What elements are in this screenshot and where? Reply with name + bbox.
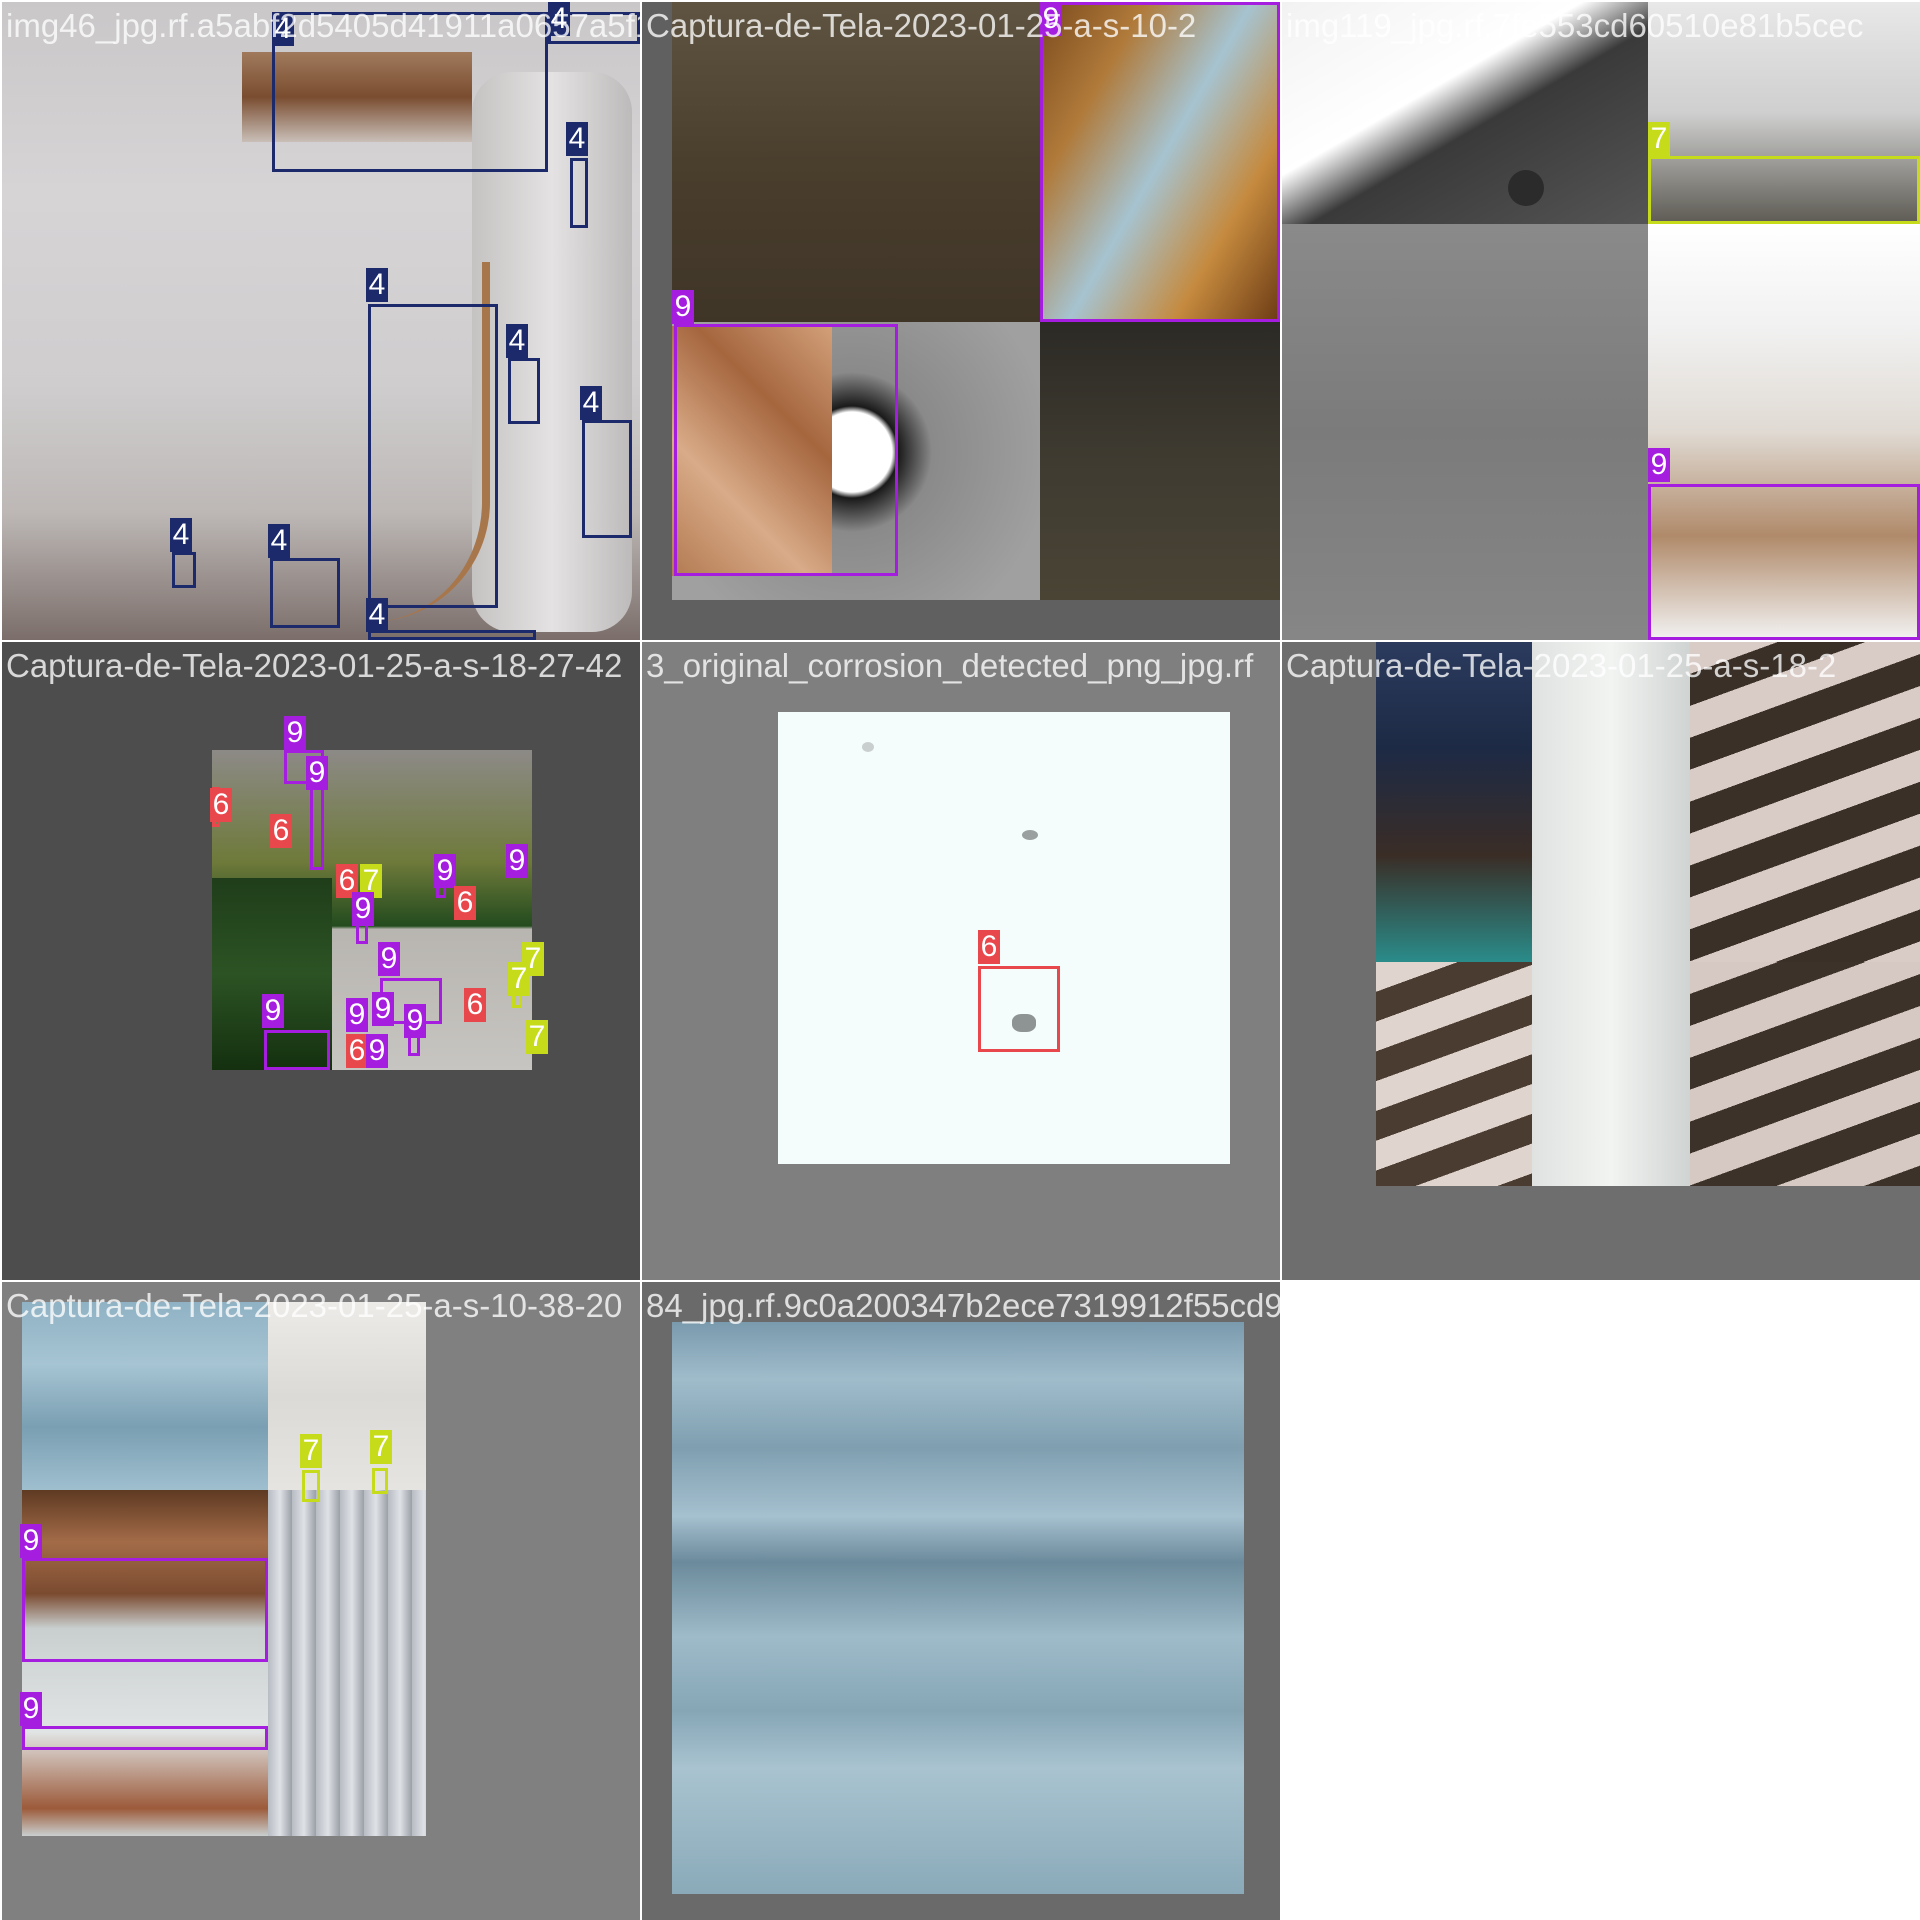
mosaic-tile-5: 3_original_corrosion_detected_png_jpg.rf… <box>642 642 1280 1280</box>
class-label: 6 <box>270 814 292 848</box>
white-column-photo <box>1532 642 1690 1186</box>
class-label: 4 <box>566 122 588 156</box>
class-label: 9 <box>404 1004 426 1038</box>
class-label: 7 <box>370 1430 392 1464</box>
class-label: 9 <box>306 756 328 790</box>
detection-box <box>264 1030 330 1070</box>
class-label: 9 <box>378 942 400 976</box>
mosaic-tile-7: Captura-de-Tela-2023-01-25-a-s-10-38-20 … <box>2 1282 640 1920</box>
class-label: 6 <box>346 1034 368 1068</box>
detection-box <box>22 1726 268 1750</box>
bolt <box>1508 170 1544 206</box>
detection-box <box>1040 2 1280 322</box>
class-label: 4 <box>170 518 192 552</box>
class-label: 4 <box>268 524 290 558</box>
tile-title: 84_jpg.rf.9c0a200347b2ece7319912f55cd9e5 <box>646 1287 1280 1324</box>
blue-pipe-photo <box>22 1302 268 1490</box>
class-label: 9 <box>672 290 694 324</box>
class-label: 9 <box>506 844 528 878</box>
class-label: 7 <box>526 1020 548 1054</box>
rusty-bar-photo <box>22 1490 268 1836</box>
tile-title: 3_original_corrosion_detected_png_jpg.rf <box>646 647 1254 684</box>
cable-photo <box>1376 642 1532 962</box>
pipes-photo <box>1690 642 1920 962</box>
striped-metal-photo <box>268 1490 426 1836</box>
class-label: 7 <box>508 962 530 996</box>
detection-box <box>372 1468 388 1494</box>
detection-box <box>570 158 588 228</box>
mosaic-tile-6: Captura-de-Tela-2023-01-25-a-s-18-2 <box>1282 642 1920 1280</box>
mosaic-tile-4: Captura-de-Tela-2023-01-25-a-s-18-27-42 … <box>2 642 640 1280</box>
speck <box>862 742 874 752</box>
detection-box <box>1648 156 1920 224</box>
class-label: 6 <box>978 930 1000 964</box>
speck <box>1022 830 1038 840</box>
mosaic-tile-1: img46_jpg.rf.a5abf2d5405d41911a0657a5f12… <box>2 2 640 640</box>
mosaic-tile-2: Captura-de-Tela-2023-01-25-a-s-10-2 9 9 <box>642 2 1280 640</box>
white-panel-photo <box>778 712 1230 1164</box>
mosaic-tile-8: 84_jpg.rf.9c0a200347b2ece7319912f55cd9e5 <box>642 1282 1280 1920</box>
class-label: 9 <box>346 998 368 1032</box>
grid-divider <box>0 640 1920 642</box>
dark-photo <box>1040 322 1280 600</box>
pipes-photo-3 <box>1690 962 1920 1186</box>
class-label: 7 <box>300 1434 322 1468</box>
detection-box <box>22 1558 268 1662</box>
detection-box <box>582 420 632 538</box>
tile-title: Captura-de-Tela-2023-01-25-a-s-10-38-20 <box>6 1287 623 1324</box>
class-label: 9 <box>372 992 394 1026</box>
pipes-photo-2 <box>1376 962 1532 1186</box>
class-label: 9 <box>262 994 284 1028</box>
concrete-photo <box>268 1302 426 1490</box>
detection-box <box>674 324 898 576</box>
class-label: 4 <box>366 598 388 632</box>
tile-title: img46_jpg.rf.a5abf2d5405d41911a0657a5f12… <box>6 7 640 44</box>
detection-box <box>1648 484 1920 640</box>
detection-box <box>172 552 196 588</box>
detection-box <box>508 358 540 424</box>
detection-box <box>368 304 498 608</box>
class-label: 4 <box>580 386 602 420</box>
class-label: 4 <box>366 268 388 302</box>
grid-divider <box>0 1280 1280 1282</box>
class-label: 6 <box>210 788 232 822</box>
class-label: 9 <box>434 854 456 888</box>
class-label: 7 <box>1648 122 1670 156</box>
class-label: 9 <box>284 716 306 750</box>
class-label: 9 <box>1648 448 1670 482</box>
tile-title: Captura-de-Tela-2023-01-25-a-s-10-2 <box>646 7 1197 44</box>
blue-corroded-pipe-photo <box>672 1322 1244 1894</box>
wood-photo <box>672 2 1040 322</box>
detection-box <box>302 1470 320 1502</box>
detection-box <box>978 966 1060 1052</box>
tile-title: Captura-de-Tela-2023-01-25-a-s-18-2 <box>1286 647 1837 684</box>
class-label: 9 <box>20 1692 42 1726</box>
mosaic-tile-3: img119_jpg.rf.7fe553cd60510e81b5cec 7 9 <box>1282 2 1920 640</box>
class-label: 4 <box>506 324 528 358</box>
class-label: 9 <box>352 892 374 926</box>
grid-divider <box>640 0 642 1920</box>
tile-title: img119_jpg.rf.7fe553cd60510e81b5cec <box>1286 7 1864 44</box>
class-label: 9 <box>20 1524 42 1558</box>
grey-surface <box>1282 224 1648 640</box>
tile-title: Captura-de-Tela-2023-01-25-a-s-18-27-42 <box>6 647 623 684</box>
class-label: 9 <box>366 1034 388 1068</box>
class-label: 6 <box>464 988 486 1022</box>
class-label: 6 <box>454 886 476 920</box>
detection-box <box>368 630 536 640</box>
detection-box <box>270 558 340 628</box>
